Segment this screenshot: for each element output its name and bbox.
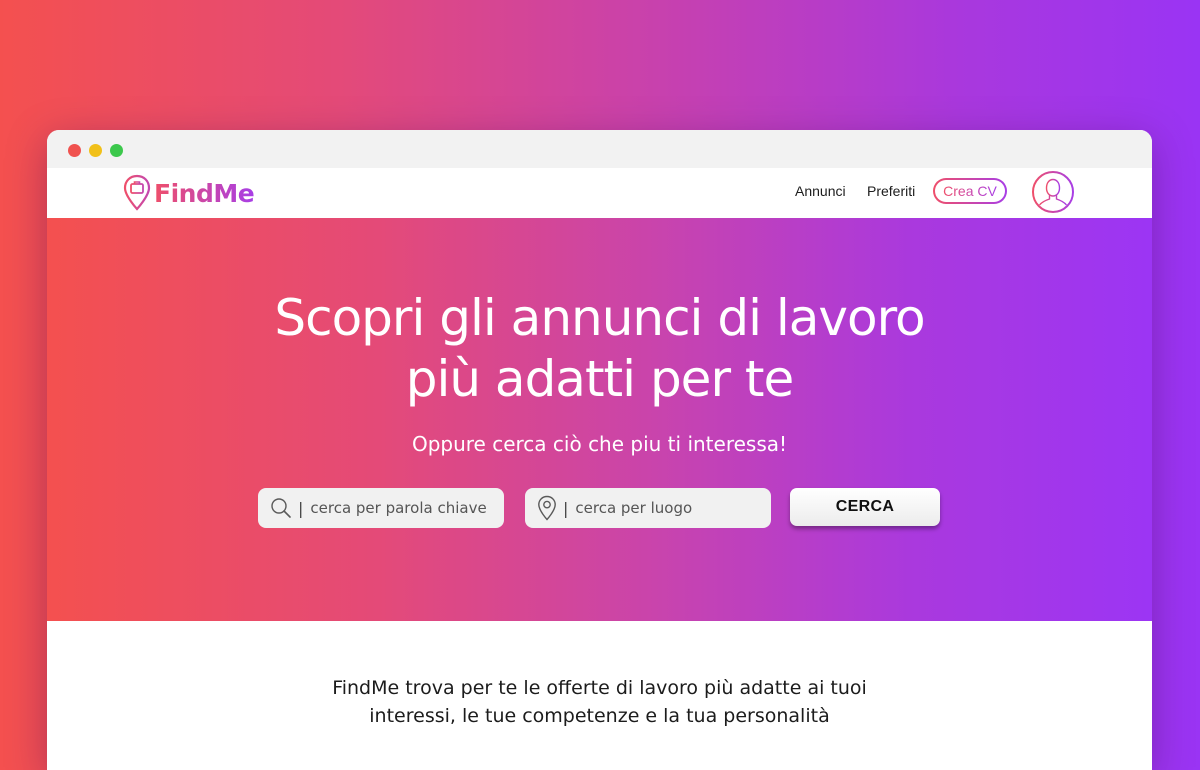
site-navbar: FindMe Annunci Preferiti Crea CV [47, 168, 1152, 218]
hero-title: Scopri gli annunci di lavoro più adatti … [47, 288, 1152, 410]
minimize-window-button[interactable] [89, 144, 102, 157]
browser-window: FindMe Annunci Preferiti Crea CV Scopri … [47, 130, 1152, 770]
intro-text-line-1: FindMe trova per te le offerte di lavoro… [332, 677, 867, 699]
field-divider: | [298, 498, 304, 518]
nav-link-annunci[interactable]: Annunci [795, 183, 846, 199]
keyword-search-placeholder: cerca per parola chiave [310, 499, 487, 517]
nav-link-preferiti[interactable]: Preferiti [867, 183, 915, 199]
hero-title-line-2: più adatti per te [405, 350, 795, 408]
location-pin-icon [538, 495, 556, 521]
search-icon [271, 498, 291, 518]
search-button[interactable]: CERCA [790, 488, 940, 526]
hero-section: Scopri gli annunci di lavoro più adatti … [47, 218, 1152, 621]
location-search-field[interactable]: | cerca per luogo [525, 488, 771, 528]
location-search-placeholder: cerca per luogo [575, 499, 693, 517]
field-divider: | [563, 498, 569, 518]
keyword-search-field[interactable]: | cerca per parola chiave [258, 488, 504, 528]
maximize-window-button[interactable] [110, 144, 123, 157]
crea-cv-button[interactable]: Crea CV [933, 178, 1007, 204]
crea-cv-label: Crea CV [943, 183, 997, 199]
logo-text: FindMe [154, 178, 255, 208]
site-logo[interactable]: FindMe [123, 173, 255, 213]
hero-title-line-1: Scopri gli annunci di lavoro [274, 289, 925, 347]
close-window-button[interactable] [68, 144, 81, 157]
intro-text: FindMe trova per te le offerte di lavoro… [47, 674, 1152, 730]
briefcase-pin-icon [123, 174, 151, 211]
intro-text-line-2: interessi, le tue competenze e la tua pe… [369, 705, 830, 727]
hero-subtitle: Oppure cerca ciò che piu ti interessa! [411, 432, 788, 456]
user-avatar-icon[interactable] [1031, 170, 1075, 214]
browser-titlebar [47, 130, 1152, 168]
crea-cv-button-inner: Crea CV [935, 180, 1005, 202]
